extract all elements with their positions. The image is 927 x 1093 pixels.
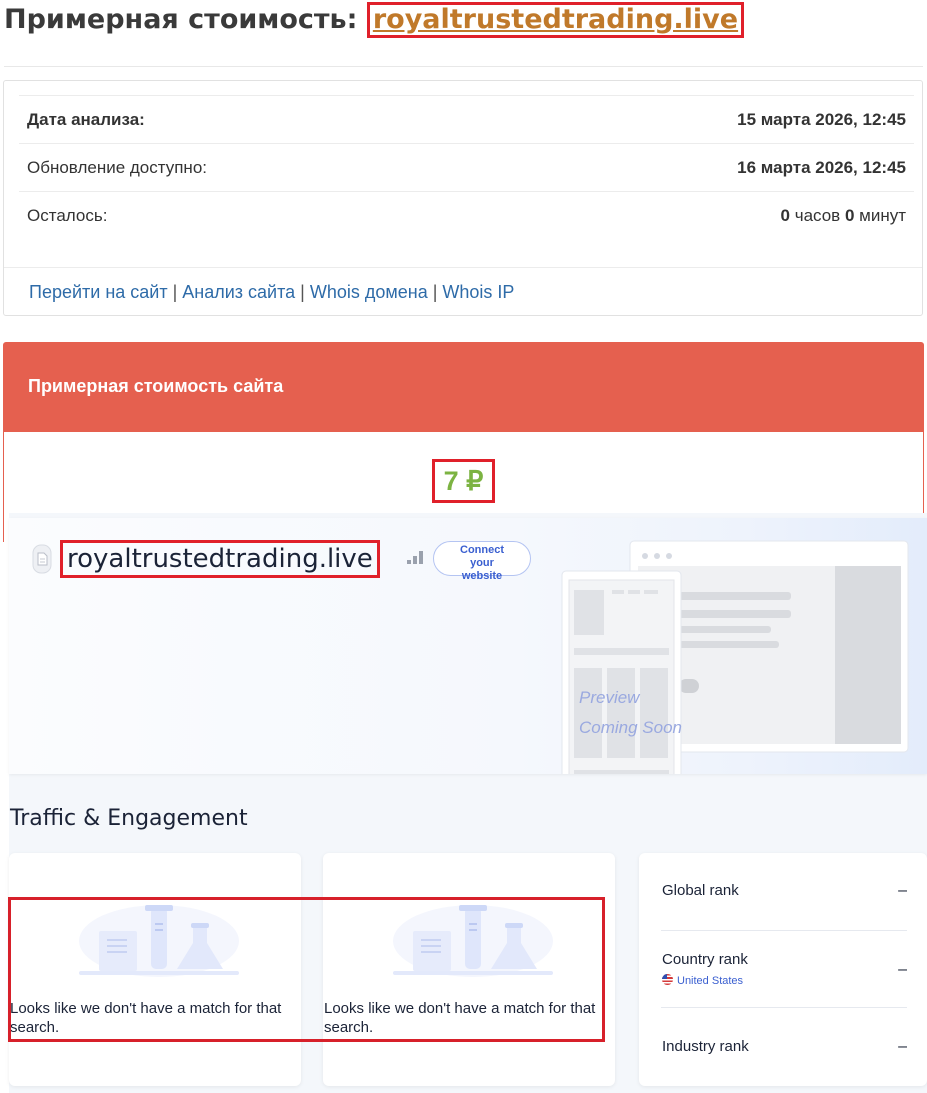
page-title: Примерная стоимость: royaltrustedtrading… — [4, 0, 745, 40]
mobile-preview-mock: Preview Coming Soon — [561, 570, 682, 774]
page-title-domain[interactable]: royaltrustedtrading.live — [366, 2, 745, 38]
industry-rank-label: Industry rank — [662, 1038, 749, 1055]
link-separator: | — [300, 282, 305, 302]
hours-unit: часов — [790, 206, 845, 225]
page-title-prefix: Примерная стоимость: — [4, 4, 367, 35]
industry-rank-value: – — [898, 1038, 907, 1055]
preview-text-line2: Coming Soon — [579, 718, 682, 737]
estimated-cost-value: 7 ₽ — [432, 459, 495, 503]
country-name: United States — [677, 975, 744, 987]
analysis-info-card: Дата анализа: 15 марта 2026, 12:45 Обнов… — [3, 80, 923, 316]
update-available-label: Обновление доступно: — [27, 158, 208, 177]
traffic-engagement-title: Traffic & Engagement — [10, 806, 248, 831]
us-flag-icon — [662, 974, 673, 985]
site-links: Перейти на сайт | Анализ сайта | Whois домен… — [4, 267, 922, 315]
connect-label-line1: Connect — [460, 544, 504, 556]
link-whois-domain[interactable]: Whois домена — [310, 282, 428, 302]
global-rank-label: Global rank — [662, 882, 739, 899]
time-left-label: Осталось: — [27, 206, 108, 225]
country-rank-row: Country rank United States – — [661, 930, 907, 1007]
preview-text-line1: Preview — [579, 688, 641, 707]
similarweb-domain: royaltrustedtrading.live — [60, 540, 380, 578]
connect-label-line2: your — [470, 557, 494, 569]
highlight-box — [8, 897, 605, 1042]
minutes-count: 0 — [844, 206, 855, 225]
signal-bars-icon — [407, 551, 423, 564]
global-rank-value: – — [898, 882, 907, 899]
update-available-value: 16 марта 2026, 12:45 — [737, 158, 906, 177]
country-rank-country[interactable]: United States — [662, 974, 743, 987]
country-rank-label: Country rank — [662, 951, 748, 968]
update-available-row: Обновление доступно: 16 марта 2026, 12:4… — [19, 143, 914, 191]
connect-label-line3: website — [461, 570, 503, 582]
rank-card: Global rank – Country rank United States… — [639, 853, 927, 1086]
divider — [4, 66, 923, 67]
link-separator: | — [172, 282, 178, 302]
analysis-date-value: 15 марта 2026, 12:45 — [737, 110, 906, 129]
link-separator: | — [432, 282, 438, 302]
connect-website-button[interactable]: Connect your website — [433, 541, 531, 582]
country-rank-value: – — [898, 961, 907, 978]
time-left-value: 0 часов 0 минут — [781, 192, 906, 240]
time-left-row: Осталось: 0 часов 0 минут — [19, 191, 914, 239]
analysis-date-row: Дата анализа: 15 марта 2026, 12:45 — [19, 95, 914, 143]
analysis-date-label: Дата анализа: — [27, 110, 145, 129]
document-icon — [32, 544, 52, 574]
hours-count: 0 — [780, 206, 790, 225]
link-whois-ip[interactable]: Whois IP — [442, 282, 514, 302]
cost-panel-header: Примерная стоимость сайта — [3, 342, 924, 432]
industry-rank-row: Industry rank – — [661, 1007, 907, 1084]
link-go-to-site[interactable]: Перейти на сайт — [29, 282, 168, 302]
global-rank-row: Global rank – — [661, 853, 907, 930]
minutes-unit: минут — [854, 206, 906, 225]
link-site-analysis[interactable]: Анализ сайта — [182, 282, 295, 302]
cost-panel-title: Примерная стоимость сайта — [28, 376, 284, 396]
